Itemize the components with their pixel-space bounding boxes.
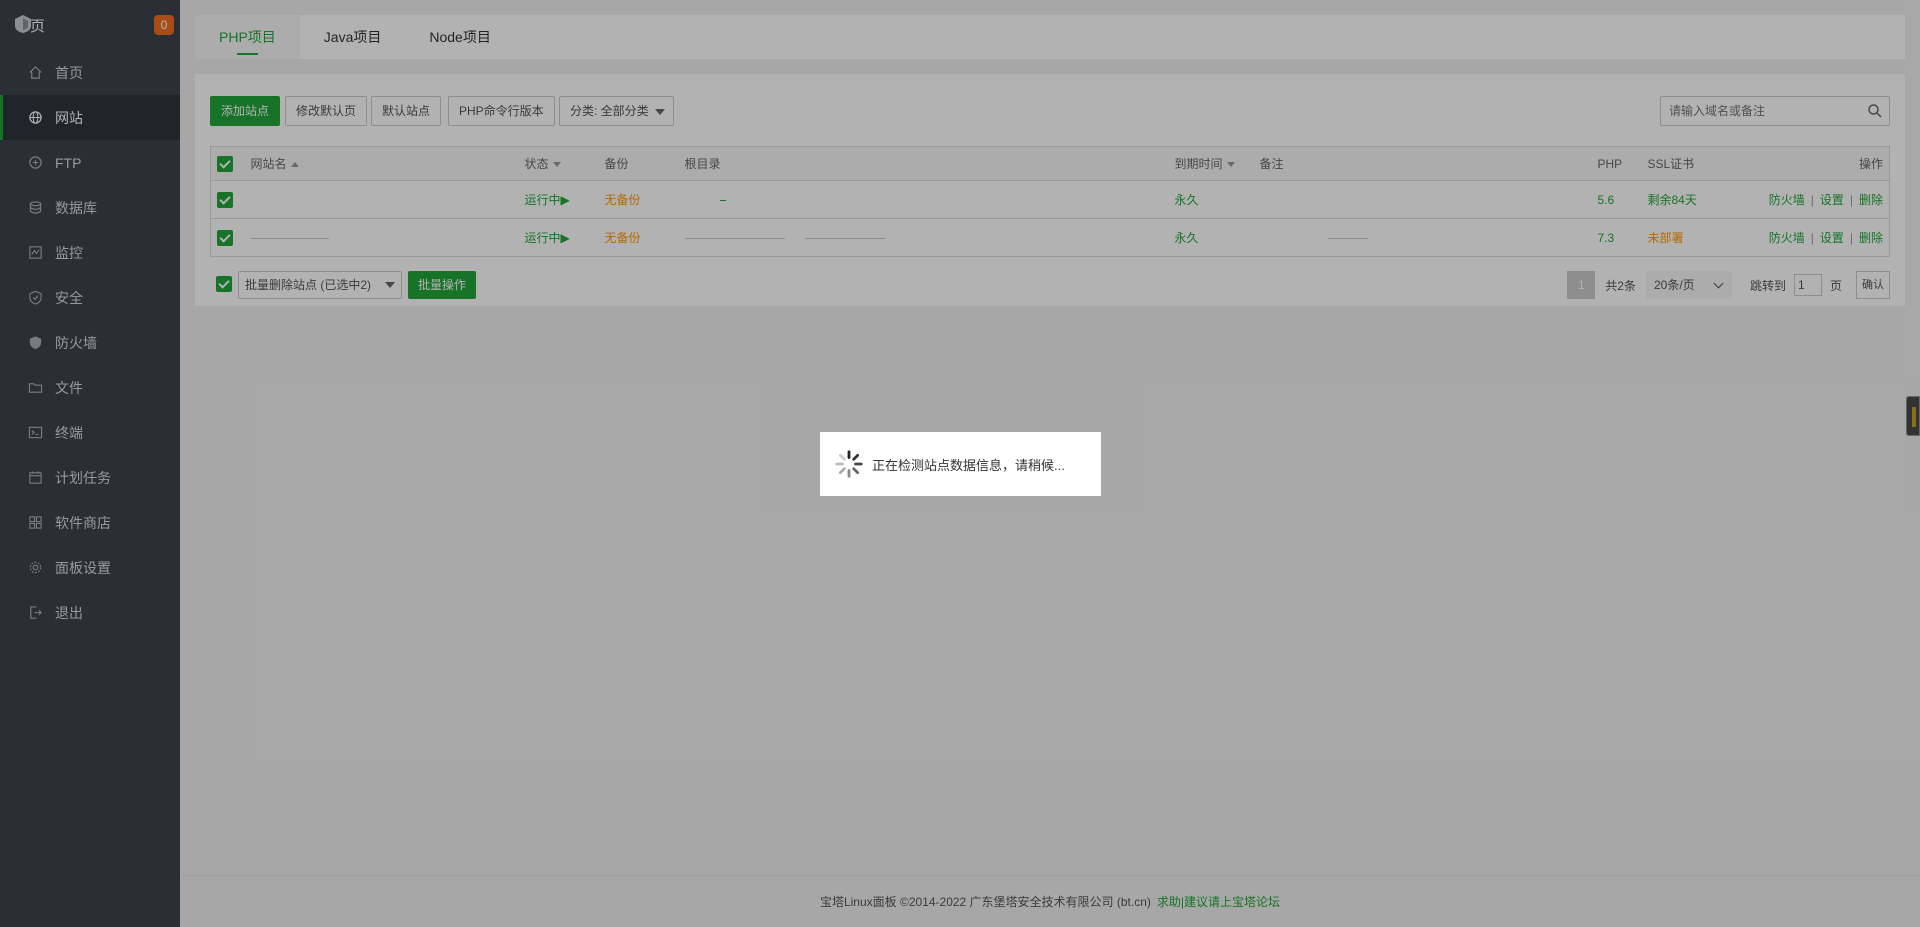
spinner-icon [835, 450, 863, 478]
loading-dialog: 正在检测站点数据信息，请稍候... [820, 432, 1101, 496]
side-drawer-handle[interactable] [1906, 396, 1920, 436]
loading-message: 正在检测站点数据信息，请稍候... [872, 457, 1065, 473]
